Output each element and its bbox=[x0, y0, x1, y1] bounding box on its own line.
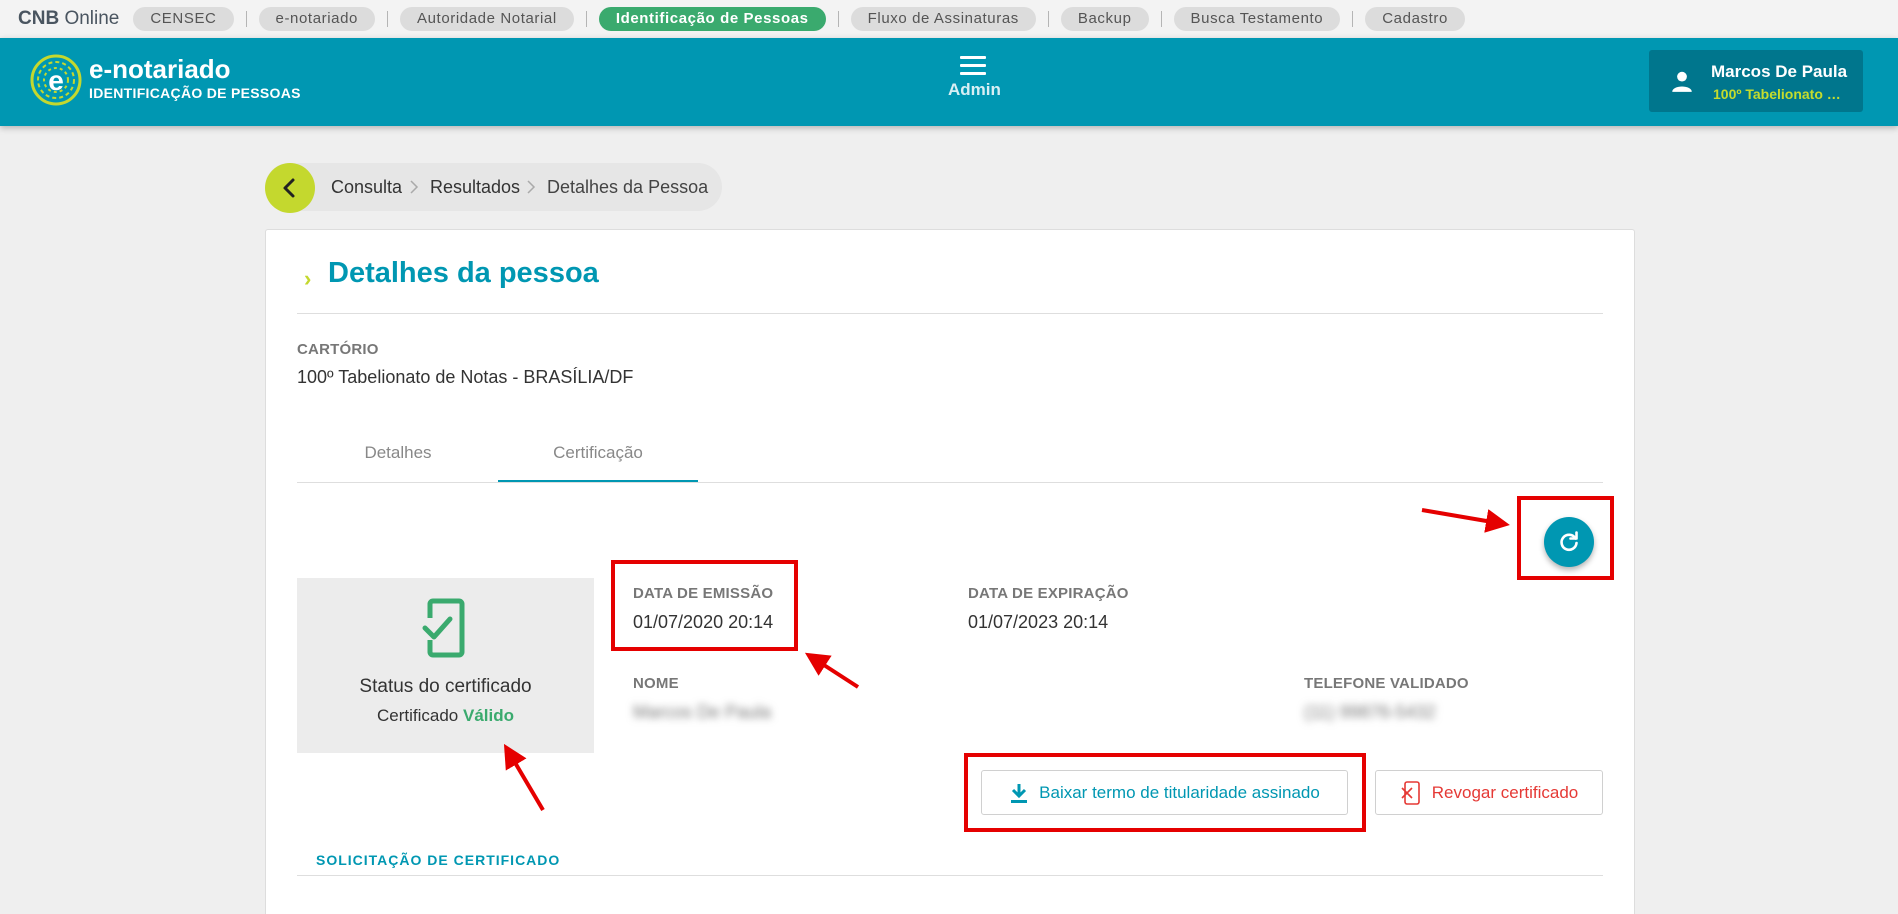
cartorio-label: CARTÓRIO bbox=[297, 341, 379, 358]
annotation-box-refresh bbox=[1517, 496, 1614, 580]
nome-value: Marcos De Paula bbox=[633, 702, 772, 722]
chip-busca-testamento[interactable]: Busca Testamento bbox=[1173, 7, 1341, 31]
user-account-button[interactable]: Marcos De Paula 100º Tabelionato de Nota… bbox=[1649, 50, 1863, 112]
app-switcher-bar: CNB Online CENSEC e-notariado Autoridade… bbox=[0, 0, 1898, 38]
divider bbox=[297, 313, 1603, 314]
e-notariado-logo-icon[interactable]: e bbox=[30, 54, 82, 106]
annotation-box-download bbox=[964, 753, 1366, 832]
revoke-device-icon bbox=[1401, 780, 1420, 805]
user-name: Marcos De Paula bbox=[1711, 62, 1848, 81]
divider bbox=[1160, 11, 1162, 27]
chip-e-notariado[interactable]: e-notariado bbox=[258, 7, 375, 31]
cnb-online-brand[interactable]: CNB Online bbox=[18, 8, 119, 30]
solicitacao-section-title: SOLICITAÇÃO DE CERTIFICADO bbox=[316, 852, 561, 868]
telefone-validado-label: TELEFONE VALIDADO bbox=[1304, 675, 1469, 692]
chip-identificacao-de-pessoas[interactable]: Identificação de Pessoas bbox=[598, 7, 826, 31]
divider bbox=[585, 11, 587, 27]
breadcrumb-detalhes-da-pessoa: Detalhes da Pessoa bbox=[547, 177, 709, 197]
svg-text:e: e bbox=[48, 65, 64, 96]
divider bbox=[387, 11, 388, 27]
back-button[interactable] bbox=[265, 163, 315, 213]
chevron-right-icon bbox=[410, 180, 419, 194]
phone-check-icon bbox=[422, 598, 465, 658]
breadcrumb: Consulta Resultados Detalhes da Pessoa bbox=[265, 163, 722, 213]
chip-fluxo-de-assinaturas[interactable]: Fluxo de Assinaturas bbox=[850, 7, 1036, 31]
certificate-status-title: Status do certificado bbox=[359, 676, 532, 697]
divider bbox=[297, 875, 1603, 876]
divider bbox=[245, 11, 247, 27]
logo-title: e-notariado bbox=[89, 54, 231, 84]
data-expiracao-label: DATA DE EXPIRAÇÃO bbox=[968, 585, 1129, 602]
chevron-left-icon bbox=[283, 178, 295, 198]
chip-cadastro[interactable]: Cadastro bbox=[1365, 7, 1465, 31]
chip-autoridade-notarial[interactable]: Autoridade Notarial bbox=[400, 7, 574, 31]
divider bbox=[1352, 11, 1354, 27]
divider bbox=[297, 482, 1603, 483]
divider bbox=[1047, 11, 1049, 27]
divider bbox=[837, 11, 839, 27]
admin-label: Admin bbox=[948, 80, 1001, 99]
page-title: Detalhes da pessoa bbox=[328, 257, 599, 289]
revoke-certificate-label: Revogar certificado bbox=[1431, 782, 1579, 802]
revoke-certificate-button[interactable]: Revogar certificado bbox=[1375, 770, 1603, 815]
hamburger-icon bbox=[960, 56, 986, 75]
user-organization: 100º Tabelionato de Notas bbox=[1713, 86, 1843, 102]
chevron-right-icon bbox=[527, 180, 536, 194]
cartorio-value: 100º Tabelionato de Notas - BRASÍLIA/DF bbox=[297, 367, 634, 387]
tab-certificacao[interactable]: Certificação bbox=[498, 443, 698, 481]
data-expiracao-value: 01/07/2023 20:14 bbox=[968, 612, 1109, 632]
admin-menu-button[interactable]: Admin bbox=[948, 56, 1001, 112]
logo-subtitle: IDENTIFICAÇÃO DE PESSOAS bbox=[89, 85, 301, 101]
person-details-card: › Detalhes da pessoa CARTÓRIO 100º Tabel… bbox=[265, 229, 1635, 914]
app-header: e e-notariado IDENTIFICAÇÃO DE PESSOAS A… bbox=[0, 38, 1898, 126]
breadcrumb-resultados[interactable]: Resultados bbox=[430, 177, 520, 198]
certificate-status-value: Certificado Válido bbox=[377, 706, 514, 725]
tab-detalhes[interactable]: Detalhes bbox=[298, 443, 498, 481]
chip-backup[interactable]: Backup bbox=[1060, 7, 1149, 31]
annotation-box-emission-date bbox=[611, 560, 798, 651]
telefone-validado-value: (11) 99876-5432 bbox=[1304, 702, 1436, 722]
breadcrumb-consulta[interactable]: Consulta bbox=[331, 177, 402, 198]
certificate-status-panel: Status do certificado Certificado Válido bbox=[297, 578, 594, 753]
person-icon bbox=[1672, 71, 1692, 92]
nome-label: NOME bbox=[633, 675, 679, 692]
chip-censec[interactable]: CENSEC bbox=[133, 7, 234, 31]
title-chevron-icon: › bbox=[304, 266, 312, 291]
